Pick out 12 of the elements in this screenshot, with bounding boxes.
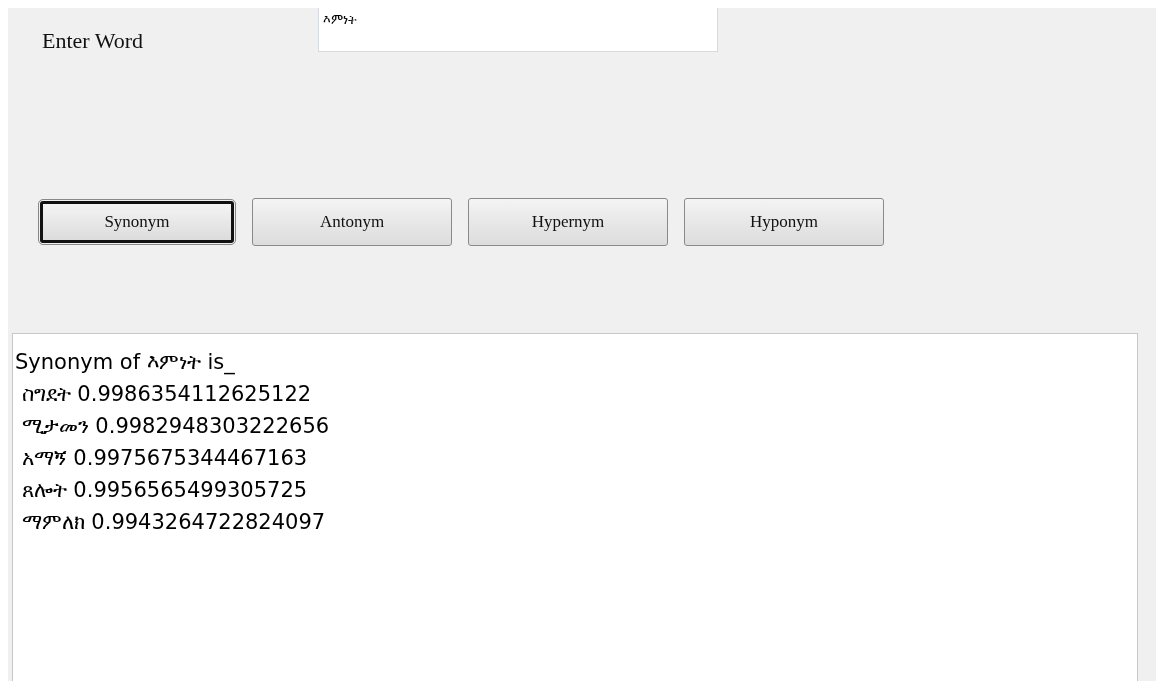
result-line: ሚታመን 0.9982948303222656 (20, 413, 331, 440)
word-input-field[interactable]: እምነት (318, 8, 718, 52)
result-line: ጸሎት 0.9956565499305725 (20, 477, 309, 504)
query-button[interactable]: Hyponym (684, 198, 884, 246)
output-heading: Synonym of እምነት is_ (15, 349, 236, 377)
result-line: ማምለክ 0.9943264722824097 (20, 509, 327, 536)
result-line: ስግደት 0.9986354112625122 (20, 381, 313, 408)
word-label: Enter Word (42, 27, 145, 55)
query-button[interactable]: Synonym (40, 201, 234, 243)
query-button[interactable]: Antonym (252, 198, 452, 246)
result-line: አማኝ 0.9975675344467163 (20, 445, 309, 472)
query-button[interactable]: Hypernym (468, 198, 668, 246)
